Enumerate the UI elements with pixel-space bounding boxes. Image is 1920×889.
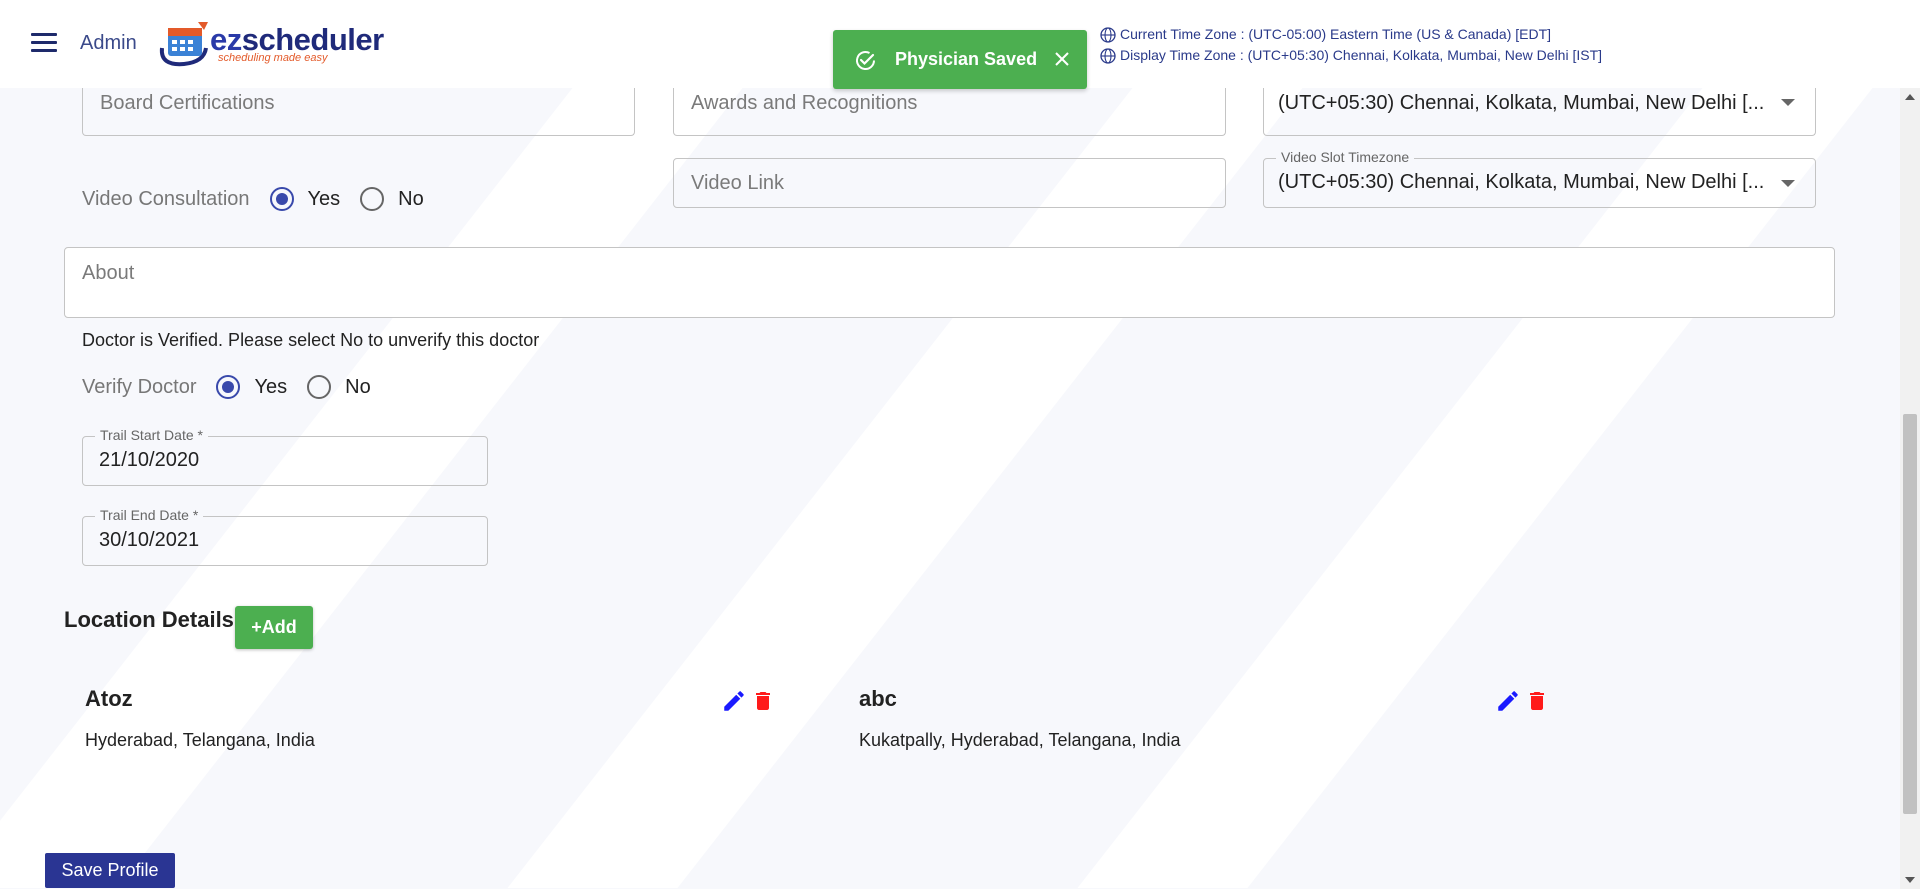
scroll-down-arrow-icon[interactable] [1905, 877, 1915, 883]
current-timezone-text: Current Time Zone : (UTC-05:00) Eastern … [1120, 26, 1552, 42]
location-address: Hyderabad, Telangana, India [85, 730, 315, 750]
yes-label: Yes [307, 187, 341, 210]
location-card: Atoz Hyderabad, Telangana, India [85, 686, 785, 776]
video-slot-timezone-label: Video Slot Timezone [1276, 149, 1415, 165]
admin-label: Admin [80, 32, 137, 54]
trail-start-date-label: Trail Start Date * [95, 427, 208, 443]
verify-doctor-row: Verify Doctor Yes No [82, 375, 391, 399]
toast-message: Physician Saved [895, 49, 1038, 69]
video-consultation-radio-group: Yes No [269, 187, 444, 211]
video-consultation-row: Video Consultation Yes No [82, 187, 444, 211]
video-consultation-no-radio[interactable] [360, 187, 385, 211]
success-toast: Physician Saved [833, 30, 1087, 89]
video-consultation-label: Video Consultation [82, 187, 250, 210]
location-details-title: Location Details [64, 607, 234, 632]
video-slot-timezone-select[interactable]: Video Slot Timezone (UTC+05:30) Chennai,… [1263, 149, 1816, 208]
awards-placeholder: Awards and Recognitions [691, 92, 918, 114]
globe-icon [1100, 47, 1116, 64]
edit-pencil-icon[interactable] [721, 688, 747, 714]
vertical-scrollbar[interactable] [1900, 88, 1920, 889]
video-slot-timezone-value: (UTC+05:30) Chennai, Kolkata, Mumbai, Ne… [1278, 171, 1765, 193]
video-link-placeholder: Video Link [691, 172, 785, 194]
verify-doctor-radio-group: Yes No [216, 375, 390, 399]
check-circle-icon [856, 51, 875, 70]
chevron-down-icon [1781, 180, 1795, 187]
trail-end-date-input[interactable]: Trail End Date * 30/10/2021 [82, 507, 488, 566]
verify-doctor-yes-radio[interactable] [216, 375, 241, 399]
about-placeholder: About [82, 262, 135, 284]
verify-doctor-label: Verify Doctor [82, 375, 197, 398]
no-label: No [345, 375, 371, 398]
add-location-button[interactable]: +Add [235, 606, 313, 649]
location-address: Kukatpally, Hyderabad, Telangana, India [859, 730, 1181, 750]
ezscheduler-logo[interactable]: ezscheduler scheduling made easy [158, 18, 384, 68]
hamburger-menu-icon[interactable] [31, 33, 57, 53]
edit-pencil-icon[interactable] [1495, 688, 1521, 714]
verify-doctor-no-radio[interactable] [307, 375, 332, 399]
verified-note: Doctor is Verified. Please select No to … [82, 330, 540, 350]
trail-start-date-input[interactable]: Trail Start Date * 21/10/2020 [82, 427, 488, 486]
trail-end-date-value: 30/10/2021 [99, 529, 200, 551]
calendar-logo-icon [159, 22, 208, 67]
physician-form: Board Certifications Awards and Recognit… [0, 78, 1900, 889]
about-textarea[interactable]: About [64, 247, 1835, 318]
video-link-input[interactable]: Video Link [673, 158, 1226, 208]
scroll-up-arrow-icon[interactable] [1905, 94, 1915, 100]
yes-label: Yes [254, 375, 288, 398]
location-name: Atoz [85, 686, 133, 711]
timezone-select-value: (UTC+05:30) Chennai, Kolkata, Mumbai, Ne… [1278, 92, 1765, 114]
logo-tagline: scheduling made easy [218, 52, 328, 64]
location-name: abc [859, 686, 897, 711]
video-consultation-yes-radio[interactable] [269, 187, 294, 211]
close-icon[interactable] [1051, 48, 1073, 70]
trail-end-date-label: Trail End Date * [95, 507, 204, 523]
scrollbar-thumb[interactable] [1903, 414, 1917, 814]
display-timezone-text: Display Time Zone : (UTC+05:30) Chennai,… [1120, 47, 1603, 63]
no-label: No [398, 187, 424, 210]
board-certifications-placeholder: Board Certifications [100, 92, 275, 114]
timezone-info: Current Time Zone : (UTC-05:00) Eastern … [1100, 24, 1602, 66]
save-profile-button[interactable]: Save Profile [45, 853, 175, 888]
delete-trash-icon[interactable] [751, 688, 775, 714]
chevron-down-icon [1781, 99, 1795, 106]
trail-start-date-value: 21/10/2020 [99, 449, 200, 471]
location-card: abc Kukatpally, Hyderabad, Telangana, In… [859, 686, 1559, 776]
globe-icon [1100, 26, 1116, 43]
delete-trash-icon[interactable] [1525, 688, 1549, 714]
